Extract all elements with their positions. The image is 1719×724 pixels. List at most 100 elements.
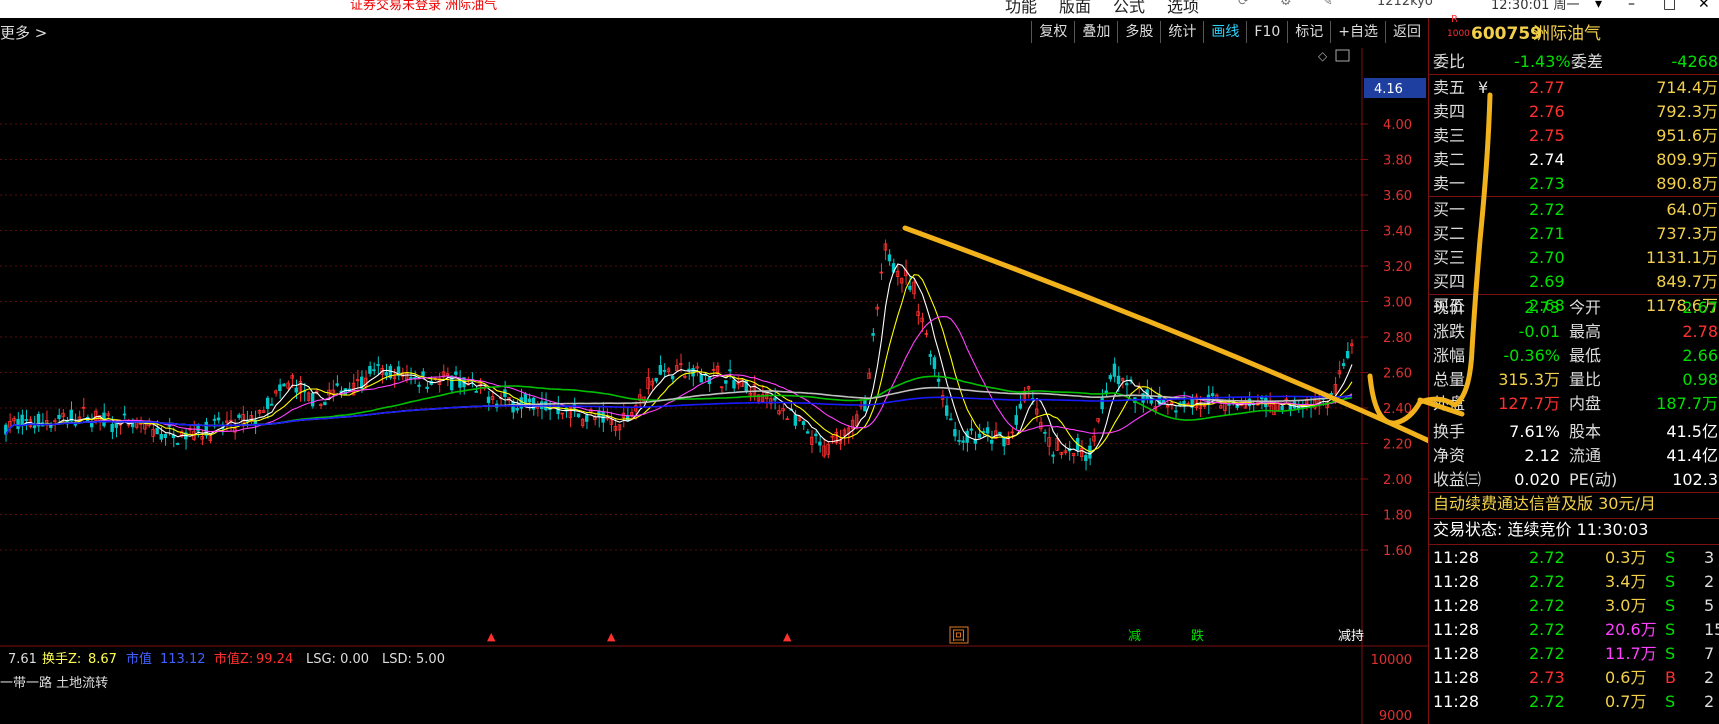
ask-volume: 809.9万 xyxy=(1656,150,1718,169)
tick-time: 11:28 xyxy=(1433,572,1480,591)
stat-label: 内盘 xyxy=(1569,394,1602,413)
tick-count: 3 xyxy=(1704,548,1715,567)
refresh-icon[interactable]: ⟳ xyxy=(1238,0,1249,9)
tick-side: S xyxy=(1665,596,1676,615)
mark-button[interactable]: 标记 xyxy=(1287,21,1330,43)
market-value-label: 市值 xyxy=(126,651,152,667)
stock-name: 洲际油气 xyxy=(1533,24,1601,44)
marker-reduce-holding[interactable]: 减持 xyxy=(1338,629,1364,644)
market-value-z-label: 市值Z: xyxy=(214,651,253,667)
candle-body xyxy=(1210,393,1215,397)
subscription-ad[interactable]: 自动续费通达信普及版 30元/月 xyxy=(1433,492,1719,516)
candle-body xyxy=(372,369,376,372)
draw-line-button[interactable]: 画线 xyxy=(1203,21,1246,43)
menu-item-options[interactable]: 选项 xyxy=(1167,0,1199,17)
candle-body xyxy=(237,414,241,418)
bid-volume: 1131.1万 xyxy=(1646,248,1718,267)
stat-label: 股本 xyxy=(1569,422,1602,441)
candle-body xyxy=(196,425,200,432)
marker-fall[interactable]: 跌 xyxy=(1191,628,1204,644)
ask-level-label: 卖二 xyxy=(1433,150,1466,169)
ask-level-label: 卖五 xyxy=(1433,78,1466,97)
multi-stock-button[interactable]: 多股 xyxy=(1117,21,1160,43)
stat-label: PE(动) xyxy=(1569,470,1618,489)
add-watchlist-button[interactable]: +自选 xyxy=(1330,21,1385,43)
turnover-prefix: 7.61 xyxy=(8,652,37,667)
tick-row: 11:28 2.72 20.6万 S 15 xyxy=(1429,618,1719,642)
marker-reduce[interactable]: 减 xyxy=(1128,629,1141,644)
tick-side: S xyxy=(1665,620,1676,639)
window-toggle-icon[interactable] xyxy=(1335,49,1350,62)
overlay-button[interactable]: 叠加 xyxy=(1074,21,1117,43)
stat-value: 2.67 xyxy=(1682,298,1718,317)
ask-price: 2.73 xyxy=(1529,174,1565,193)
stat-row: 净资 2.12 流通 41.4亿 xyxy=(1429,444,1719,468)
ask-level-label: 卖一 xyxy=(1433,174,1466,193)
candle-body xyxy=(985,427,990,434)
candle-body xyxy=(167,424,172,427)
volume-tick-label: 9000 xyxy=(1379,709,1412,724)
candle-body xyxy=(1002,437,1006,447)
candle-body xyxy=(310,392,315,407)
diamond-icon[interactable]: ◇ xyxy=(1318,49,1328,63)
minimize-icon[interactable]: – xyxy=(1628,0,1635,12)
more-button[interactable]: 更多 > xyxy=(0,22,47,43)
tick-row: 11:28 2.72 3.0万 S 5 xyxy=(1429,594,1719,618)
candle-body xyxy=(474,391,478,393)
ask-volume: 951.6万 xyxy=(1656,126,1718,145)
stat-value: 187.7万 xyxy=(1656,394,1718,413)
marker-return[interactable]: 回 xyxy=(952,629,965,644)
bid-level-label: 买四 xyxy=(1433,272,1466,291)
statistics-button[interactable]: 统计 xyxy=(1160,21,1203,43)
lsd-value: LSD: 5.00 xyxy=(382,652,445,667)
stat-row: 涨跌 -0.01 最高 2.78 xyxy=(1429,320,1719,344)
event-arrow-icon[interactable]: ▲ xyxy=(487,630,496,643)
menu-item-function[interactable]: 功能 xyxy=(1005,0,1037,17)
stat-value: 7.61% xyxy=(1509,422,1560,441)
bid-volume: 737.3万 xyxy=(1656,224,1718,243)
current-price-marker: 4.16 xyxy=(1374,82,1403,97)
kline-chart[interactable]: 4.00 3.80 3.60 3.40 3.20 3.00 2.80 2.60 2.40 2.20… xyxy=(0,48,1428,724)
tick-row: 11:28 2.72 0.7万 S 2 xyxy=(1429,690,1719,714)
event-arrow-icon[interactable]: ▲ xyxy=(607,630,616,643)
candle-body xyxy=(957,439,961,442)
tick-row: 11:28 2.72 3.4万 S 2 xyxy=(1429,570,1719,594)
candle-body xyxy=(814,433,818,437)
candle-body xyxy=(163,433,168,438)
maximize-icon[interactable]: □ xyxy=(1663,0,1676,12)
menu-arrow-icon[interactable]: ▾ xyxy=(1595,0,1602,12)
price-tick-label: 3.60 xyxy=(1383,189,1412,204)
stat-label: 最高 xyxy=(1569,322,1602,341)
menu-item-formula[interactable]: 公式 xyxy=(1113,0,1145,17)
candle-body xyxy=(1227,403,1231,406)
bid-level-label: 买一 xyxy=(1433,200,1466,219)
restore-rights-button[interactable]: 复权 xyxy=(1031,21,1074,43)
hand-drawn-annotation xyxy=(902,225,1428,444)
tick-row: 11:28 2.72 0.3万 S 3 xyxy=(1429,546,1719,570)
bid-price: 2.69 xyxy=(1529,272,1565,291)
close-icon[interactable]: ✕ xyxy=(1698,0,1710,12)
candle-body xyxy=(1100,398,1104,410)
divider xyxy=(1429,74,1719,75)
quote-panel: R 1000 600759 洲际油气 委比 -1.43% 委差 -4268 卖五… xyxy=(1428,14,1719,724)
currency-icon: ¥ xyxy=(1478,78,1489,97)
candle-body xyxy=(654,377,658,382)
candle-body xyxy=(805,431,810,434)
bid-row: 买一 2.72 64.0万 xyxy=(1429,198,1719,222)
ask-level-label: 卖三 xyxy=(1433,126,1466,145)
f10-button[interactable]: F10 xyxy=(1246,21,1287,43)
stat-label: 现价 xyxy=(1433,298,1466,317)
candle-body xyxy=(368,365,372,374)
settings-icon[interactable]: ⚙ xyxy=(1280,0,1292,9)
stat-label: 量比 xyxy=(1569,370,1602,389)
tool-icon[interactable]: ✎ xyxy=(1322,0,1333,9)
bid-price: 2.71 xyxy=(1529,224,1565,243)
stock-badge-num: 1000 xyxy=(1447,29,1470,39)
candle-body xyxy=(724,380,728,384)
back-button[interactable]: 返回 xyxy=(1385,21,1428,43)
event-arrow-icon[interactable]: ▲ xyxy=(783,630,792,643)
candle-body xyxy=(908,285,912,290)
menu-item-layout[interactable]: 版面 xyxy=(1059,0,1091,17)
candle-body xyxy=(936,378,941,382)
tick-count: 5 xyxy=(1704,596,1715,615)
